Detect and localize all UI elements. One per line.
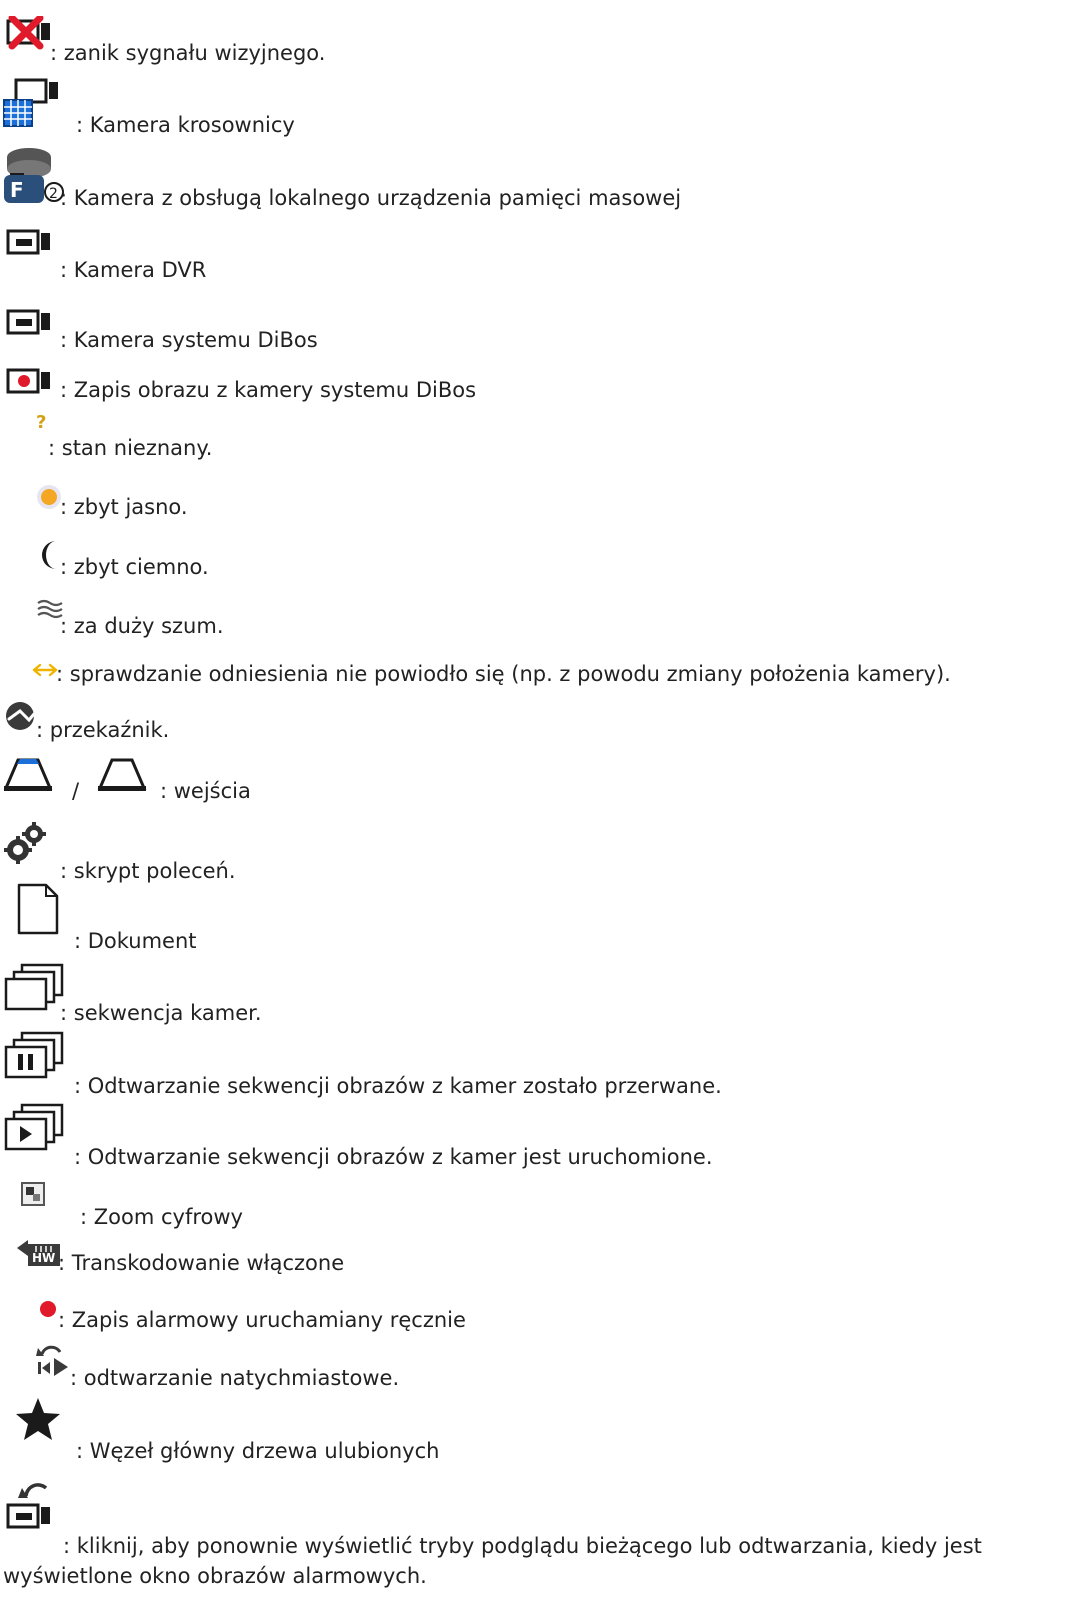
dvr-camera-icon xyxy=(6,229,50,255)
input-inactive-icon xyxy=(97,758,147,791)
dibos-camera-icon xyxy=(6,309,50,335)
legend-text: : Transkodowanie włączone xyxy=(58,1251,345,1275)
legend-text: : za duży szum. xyxy=(60,614,224,638)
relay-icon xyxy=(6,702,36,730)
legend-text: : Odtwarzanie sekwencji obrazów z kamer … xyxy=(74,1074,722,1098)
unknown-state-icon: ? xyxy=(36,412,46,433)
legend-text: : Węzeł główny drzewa ulubionych xyxy=(76,1439,440,1463)
input-active-icon xyxy=(3,758,53,791)
transcoding-icon: HW xyxy=(17,1240,60,1266)
legend-text: : Kamera systemu DiBos xyxy=(60,328,318,352)
camera-sequence-icon xyxy=(4,963,64,1011)
reference-check-failed-icon xyxy=(32,663,58,677)
legend-text: : skrypt poleceń. xyxy=(60,859,236,883)
local-storage-camera-icon: F 2 xyxy=(4,148,64,203)
command-script-icon xyxy=(4,822,46,864)
dibos-recording-camera-icon xyxy=(6,368,50,394)
digital-zoom-icon xyxy=(21,1182,45,1206)
too-dark-icon xyxy=(42,541,56,569)
legend-text: : Zapis obrazu z kamery systemu DiBos xyxy=(60,378,477,402)
legend-text: : wejścia xyxy=(160,779,251,803)
legend-text: : Odtwarzanie sekwencji obrazów z kamer … xyxy=(74,1145,713,1169)
manual-alarm-recording-icon xyxy=(40,1301,56,1317)
legend-text-multiline: : kliknij, aby ponownie wyświetlić tryby… xyxy=(3,1531,1063,1591)
legend-text: : Kamera DVR xyxy=(60,258,207,282)
svg-text:?: ? xyxy=(36,412,46,433)
legend-text: : przekaźnik. xyxy=(36,718,170,742)
legend-text: : Dokument xyxy=(74,929,197,953)
sequence-paused-icon xyxy=(4,1031,64,1079)
input-separator: / xyxy=(72,779,80,803)
legend-text: : zanik sygnału wizyjnego. xyxy=(50,41,326,65)
legend-text: : zbyt ciemno. xyxy=(60,555,209,579)
legend-text: : sekwencja kamer. xyxy=(60,1001,262,1025)
legend-text: : Kamera z obsługą lokalnego urządzenia … xyxy=(60,186,682,210)
svg-text:HW: HW xyxy=(32,1251,55,1265)
sequence-playing-icon xyxy=(4,1103,64,1151)
legend-text: : zbyt jasno. xyxy=(60,495,188,519)
legend-text: : odtwarzanie natychmiastowe. xyxy=(70,1366,400,1390)
document-icon xyxy=(17,883,59,935)
instant-playback-icon xyxy=(36,1345,68,1376)
svg-text:2: 2 xyxy=(49,186,58,202)
legend-text: : sprawdzanie odniesienia nie powiodło s… xyxy=(56,662,951,686)
legend-text: : stan nieznany. xyxy=(48,436,213,460)
favorites-root-icon xyxy=(16,1398,60,1440)
legend-text: : Zapis alarmowy uruchamiany ręcznie xyxy=(58,1308,466,1332)
svg-text:F: F xyxy=(10,178,24,202)
legend-text: : Zoom cyfrowy xyxy=(80,1205,243,1229)
matrix-camera-icon xyxy=(3,78,58,127)
legend-text: : Kamera krosownicy xyxy=(76,113,295,137)
legend-text: : kliknij, aby ponownie wyświetlić tryby… xyxy=(3,1534,982,1588)
